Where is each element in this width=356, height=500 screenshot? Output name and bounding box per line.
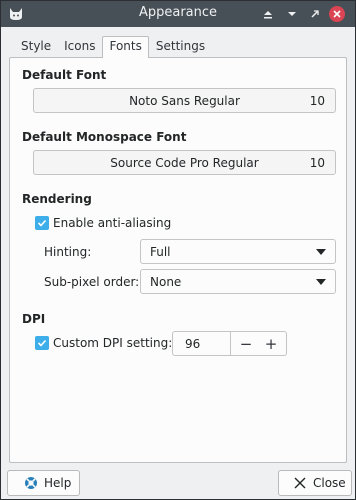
- subpixel-label: Sub-pixel order:: [44, 275, 140, 289]
- keep-below-icon[interactable]: [284, 6, 300, 22]
- hinting-select[interactable]: Full: [140, 239, 336, 264]
- tab-style[interactable]: Style: [15, 36, 57, 56]
- appearance-window: Appearance Style Icons Fonts Settings De…: [0, 0, 356, 500]
- dpi-decrement-button[interactable]: −: [233, 333, 259, 354]
- hinting-value: Full: [150, 245, 171, 259]
- close-label: Close: [313, 476, 346, 490]
- custom-dpi-label: Custom DPI setting:: [53, 336, 173, 350]
- subpixel-select[interactable]: None: [140, 269, 336, 294]
- title-bar[interactable]: Appearance: [1, 1, 355, 27]
- monospace-font-name: Source Code Pro Regular: [110, 156, 259, 170]
- antialias-row[interactable]: Enable anti-aliasing: [35, 216, 171, 230]
- monospace-font-button[interactable]: Source Code Pro Regular 10: [33, 150, 336, 175]
- dpi-spinbox[interactable]: 96 − +: [172, 331, 287, 356]
- rendering-heading: Rendering: [22, 192, 92, 206]
- monospace-font-size: 10: [309, 156, 325, 170]
- antialias-label: Enable anti-aliasing: [53, 216, 172, 230]
- default-font-button[interactable]: Noto Sans Regular 10: [33, 88, 336, 113]
- default-font-heading: Default Font: [22, 68, 107, 82]
- default-font-name: Noto Sans Regular: [129, 94, 240, 108]
- tab-fonts[interactable]: Fonts: [102, 36, 149, 58]
- lifebuoy-icon: [25, 477, 37, 489]
- antialias-checkbox[interactable]: [35, 216, 49, 230]
- dpi-value[interactable]: 96: [185, 337, 200, 351]
- help-button[interactable]: Help: [7, 470, 80, 496]
- tab-icons[interactable]: Icons: [58, 36, 101, 56]
- help-label: Help: [44, 476, 72, 490]
- chevron-down-icon: [316, 279, 326, 285]
- close-button[interactable]: Close: [278, 470, 352, 496]
- monospace-font-heading: Default Monospace Font: [22, 130, 187, 144]
- keep-above-icon[interactable]: [260, 6, 276, 22]
- tab-bar: Style Icons Fonts Settings: [15, 36, 212, 58]
- close-icon: [294, 477, 306, 489]
- subpixel-value: None: [150, 275, 182, 289]
- tab-settings[interactable]: Settings: [150, 36, 211, 56]
- maximize-icon[interactable]: [307, 6, 323, 22]
- window-close-icon[interactable]: [329, 6, 345, 22]
- hinting-label: Hinting:: [44, 245, 92, 259]
- default-font-size: 10: [309, 94, 325, 108]
- spinbox-divider: [230, 332, 231, 355]
- window-title: Appearance: [138, 5, 218, 20]
- custom-dpi-checkbox[interactable]: [35, 336, 49, 350]
- chevron-down-icon: [316, 249, 326, 255]
- custom-dpi-row[interactable]: Custom DPI setting:: [35, 336, 172, 350]
- dpi-increment-button[interactable]: +: [258, 333, 284, 354]
- dpi-heading: DPI: [22, 312, 46, 326]
